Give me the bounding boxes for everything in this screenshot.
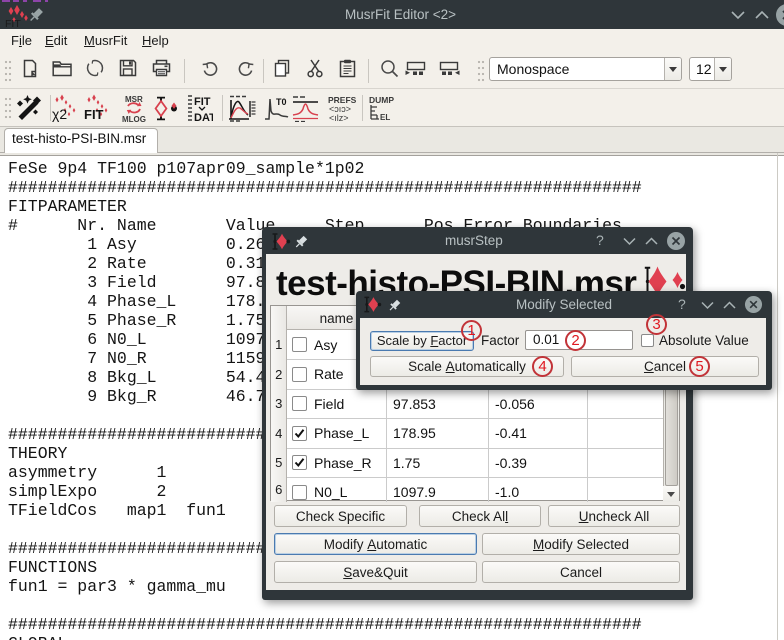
- svg-text:FIT: FIT: [5, 18, 21, 27]
- svg-text:FIT: FIT: [84, 107, 104, 122]
- svg-text:MLOG: MLOG: [122, 115, 146, 123]
- svg-text:T0: T0: [276, 97, 287, 107]
- svg-text:<ılz>: <ılz>: [329, 113, 349, 122]
- svg-text:χ2: χ2: [52, 106, 67, 122]
- svg-text:DUMP: DUMP: [369, 95, 394, 105]
- svg-text:FIT: FIT: [194, 96, 211, 108]
- svg-text:DAT: DAT: [194, 112, 213, 123]
- svg-text:EL: EL: [380, 113, 390, 122]
